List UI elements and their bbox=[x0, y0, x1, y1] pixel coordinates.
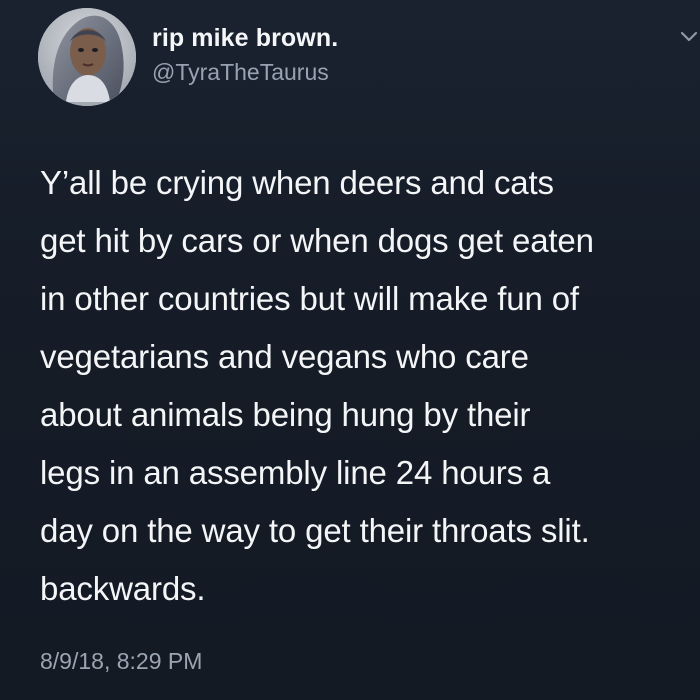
tweet-card: rip mike brown. @TyraTheTaurus Y’all be … bbox=[0, 0, 700, 700]
user-handle[interactable]: @TyraTheTaurus bbox=[152, 59, 329, 86]
avatar[interactable] bbox=[38, 8, 136, 106]
tweet-text: Y’all be crying when deers and cats get … bbox=[40, 164, 594, 607]
display-name[interactable]: rip mike brown. bbox=[152, 24, 338, 53]
tweet-menu-button[interactable] bbox=[678, 26, 700, 48]
profile-avatar-icon bbox=[38, 8, 136, 106]
chevron-down-icon bbox=[680, 31, 698, 42]
tweet-timestamp[interactable]: 8/9/18, 8:29 PM bbox=[40, 648, 202, 675]
